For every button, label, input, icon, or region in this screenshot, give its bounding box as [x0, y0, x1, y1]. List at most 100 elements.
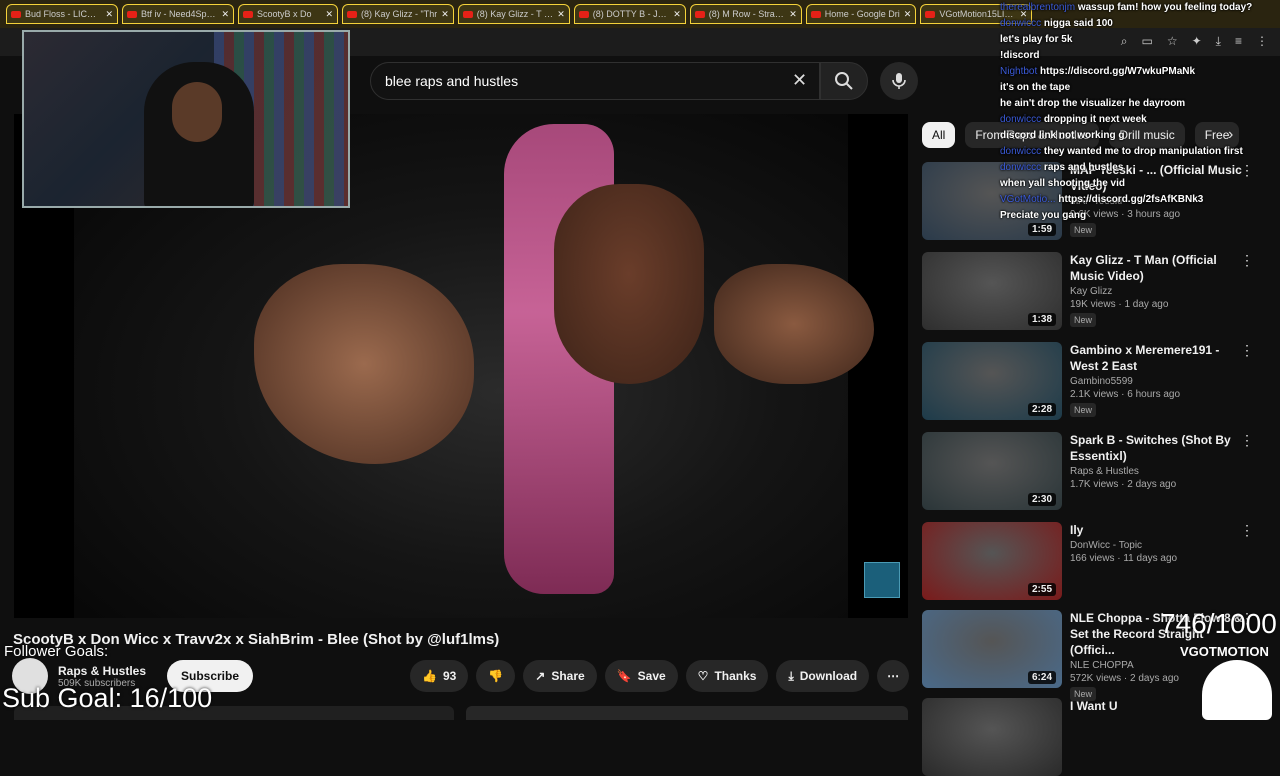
chat-username: donwiccc: [1000, 114, 1042, 125]
voice-search-button[interactable]: [880, 62, 918, 100]
close-tab-icon[interactable]: ✕: [441, 9, 449, 20]
channel-watermark[interactable]: [864, 562, 900, 598]
close-tab-icon[interactable]: ✕: [557, 9, 565, 20]
chat-text: dropping it next week: [1043, 114, 1147, 125]
follower-counter: 746/1000: [1160, 608, 1277, 639]
video-info: Kay Glizz - T Man (Official Music Video)…: [1070, 252, 1250, 330]
search-button[interactable]: [820, 62, 868, 100]
chat-message: Nightbot https://discord.gg/W7wkuPMaNk: [1000, 64, 1280, 80]
browser-tab[interactable]: (8) DOTTY B - JACK ✕: [573, 4, 686, 24]
chat-username: therealbrentonjm: [1000, 2, 1076, 13]
close-tab-icon[interactable]: ✕: [221, 9, 229, 20]
video-thumbnail[interactable]: 1:38: [922, 252, 1062, 330]
video-info: Ily DonWicc - Topic 166 views · 11 days ag…: [1070, 522, 1250, 600]
browser-tab[interactable]: Bud Floss - LICK (Of ✕: [6, 4, 118, 24]
channel-name[interactable]: Raps & Hustles: [1070, 466, 1250, 477]
channel-name[interactable]: Gambino5599: [1070, 376, 1250, 387]
more-actions-button[interactable]: ⋯: [877, 660, 910, 692]
browser-tab[interactable]: (8) M Row - Strange ✕: [689, 4, 802, 24]
chat-username: donwiccc: [1000, 146, 1042, 157]
chat-message: donwiccc dropping it next week: [1000, 112, 1280, 128]
video-title[interactable]: Kay Glizz - T Man (Official Music Video): [1070, 252, 1250, 284]
tab-title: ScootyB x Do: [257, 9, 312, 19]
more-vertical-icon[interactable]: ⋮: [1240, 252, 1254, 269]
more-vertical-icon[interactable]: ⋮: [1240, 522, 1254, 539]
close-tab-icon[interactable]: ✕: [904, 9, 912, 20]
tab-title: Btf iv - Need4Speed: [141, 9, 218, 19]
chat-text: let's play for 5k: [1000, 34, 1073, 45]
tab-title: Bud Floss - LICK (Of: [25, 9, 102, 19]
close-tab-icon[interactable]: ✕: [673, 9, 681, 20]
browser-tab[interactable]: Btf iv - Need4Speed ✕: [122, 4, 234, 24]
chat-text: they wanted me to drop manipulation firs…: [1043, 146, 1243, 157]
channel-name[interactable]: Kay Glizz: [1070, 286, 1250, 297]
browser-tab[interactable]: Home - Google Dri ✕: [805, 4, 917, 24]
chat-text: wassup fam! how you feeling today?: [1077, 2, 1253, 13]
video-actions: 👍 93 👎 ↗ Share 🔖 Save ♡ Thanks ⤓ Downloa…: [410, 660, 910, 692]
tab-title: (8) Kay Glizz - "Thr: [361, 9, 438, 19]
chat-message: !discord: [1000, 48, 1280, 64]
chat-text: discord link not working g: [1000, 130, 1125, 141]
tab-title: Home - Google Dri: [824, 9, 900, 19]
browser-tab[interactable]: (8) Kay Glizz - T Ma ✕: [457, 4, 570, 24]
sub-goal-text: Sub Goal: 16/100: [2, 683, 213, 713]
close-tab-icon[interactable]: ✕: [789, 9, 797, 20]
video-meta: 1.7K views · 2 days ago: [1070, 479, 1177, 490]
new-badge: New: [1070, 313, 1097, 327]
tab-title: (8) M Row - Strange: [708, 9, 786, 19]
chat-text: nigga said 100: [1043, 18, 1113, 29]
recommended-video[interactable]: 1:38 Kay Glizz - T Man (Official Music Vi…: [922, 252, 1262, 330]
close-tab-icon[interactable]: ✕: [105, 9, 113, 20]
search-icon: [835, 72, 853, 90]
video-title[interactable]: Gambino x Meremere191 - West 2 East: [1070, 342, 1250, 374]
youtube-icon: [578, 10, 589, 18]
video-thumbnail[interactable]: 2:30: [922, 432, 1062, 510]
video-title[interactable]: Ily: [1070, 522, 1250, 538]
youtube-icon: [694, 10, 705, 18]
chat-text: he ain't drop the visualizer he dayroom: [1000, 98, 1186, 109]
chat-text: Preciate you gang: [1000, 210, 1087, 221]
browser-tab[interactable]: ScootyB x Do ✕: [238, 4, 338, 24]
chat-text: !discord: [1000, 50, 1040, 61]
thumbs-down-icon: 👎: [488, 669, 504, 683]
video-meta: 166 views · 11 days ago: [1070, 553, 1178, 564]
recommended-video[interactable]: 2:30 Spark B - Switches (Shot By Essentix…: [922, 432, 1262, 510]
recommended-video[interactable]: 2:55 Ily DonWicc - Topic 166 views · 11 day…: [922, 522, 1262, 600]
download-button[interactable]: ⤓ Download: [776, 660, 870, 692]
thumbs-up-icon: 👍: [422, 669, 437, 683]
video-duration: 2:30: [1027, 493, 1056, 506]
download-label: Download: [799, 669, 858, 683]
video-scene-hand: [254, 264, 474, 464]
comments-header: [466, 706, 908, 720]
close-tab-icon[interactable]: ✕: [325, 9, 333, 20]
video-thumbnail[interactable]: 2:28: [922, 342, 1062, 420]
filter-chip[interactable]: All: [922, 122, 956, 148]
save-button[interactable]: 🔖 Save: [604, 660, 678, 692]
video-duration: 2:55: [1027, 583, 1056, 596]
video-title[interactable]: Spark B - Switches (Shot By Essentixl): [1070, 432, 1250, 464]
chat-username: Nightbot: [1000, 66, 1038, 77]
browser-tab[interactable]: (8) Kay Glizz - "Thr ✕: [342, 4, 454, 24]
video-thumbnail[interactable]: [922, 698, 1062, 776]
more-vertical-icon[interactable]: ⋮: [1240, 342, 1254, 359]
thanks-button[interactable]: ♡ Thanks: [685, 660, 769, 692]
share-button[interactable]: ↗ Share: [523, 660, 597, 692]
like-count: 93: [442, 669, 457, 683]
channel-name[interactable]: Raps & Hustles: [58, 664, 146, 678]
channel-name[interactable]: DonWicc - Topic: [1070, 540, 1250, 551]
webcam-head: [172, 82, 222, 142]
clear-search-icon[interactable]: ✕: [792, 70, 807, 91]
more-vertical-icon[interactable]: ⋮: [1240, 432, 1254, 449]
search-input[interactable]: blee raps and hustles: [370, 62, 820, 100]
video-thumbnail[interactable]: 2:55: [922, 522, 1062, 600]
video-meta: 19K views · 1 day ago: [1070, 299, 1169, 310]
chat-text: when yall shooting the vid: [1000, 178, 1126, 189]
dislike-button[interactable]: 👎: [476, 660, 516, 692]
recommended-video[interactable]: 2:28 Gambino x Meremere191 - West 2 East G…: [922, 342, 1262, 420]
chat-message: when yall shooting the vid: [1000, 176, 1280, 192]
new-badge: New: [1070, 223, 1097, 237]
video-thumbnail[interactable]: 6:24: [922, 610, 1062, 688]
chat-message: donwiccc raps and hustles: [1000, 160, 1280, 176]
like-button[interactable]: 👍 93: [410, 660, 469, 692]
chat-username: VGotMotio...: [1000, 194, 1056, 205]
